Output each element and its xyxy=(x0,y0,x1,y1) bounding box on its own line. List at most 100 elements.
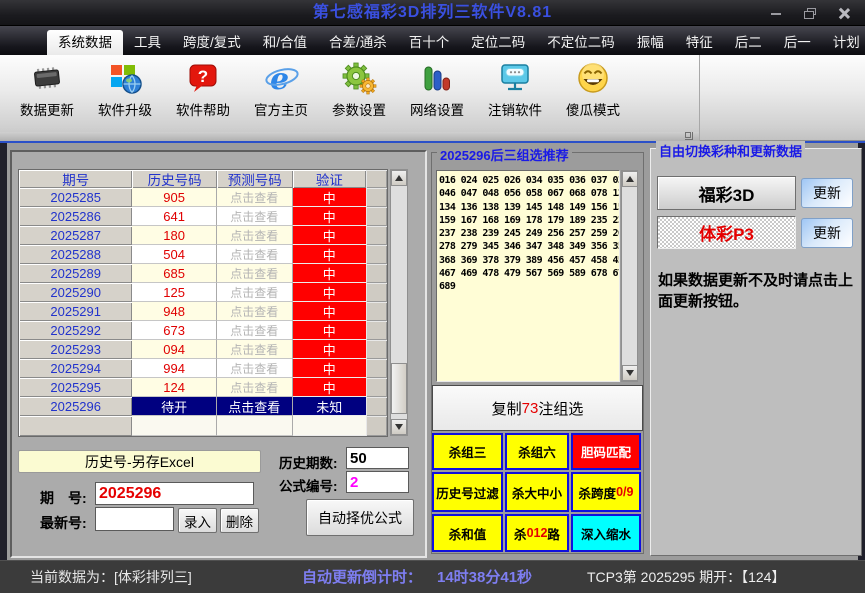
table-scrollbar[interactable] xyxy=(390,169,408,436)
cell-predict-link[interactable]: 点击查看 xyxy=(216,340,293,359)
cell-predict-link[interactable]: 点击查看 xyxy=(216,207,293,226)
numbers-scrollbar[interactable] xyxy=(621,170,638,382)
period-input[interactable] xyxy=(95,482,254,505)
cell-predict-link[interactable]: 点击查看 xyxy=(216,283,293,302)
menu-tab[interactable]: 合差/通杀 xyxy=(318,30,398,55)
menu-tab[interactable]: 定位二码 xyxy=(460,30,536,55)
data-update-button[interactable]: 数据更新 xyxy=(8,59,86,129)
cell-predict-link[interactable]: 点击查看 xyxy=(216,359,293,378)
table-row[interactable]: 2025290 125 点击查看 中 xyxy=(19,283,387,302)
cell-history-number: 094 xyxy=(132,340,217,359)
update-fucai-button[interactable]: 更新 xyxy=(801,178,853,208)
table-row[interactable]: 2025285 905 点击查看 中 xyxy=(19,188,387,207)
filter-button[interactable]: 胆码匹配 xyxy=(571,433,641,470)
menu-tab[interactable]: 和/合值 xyxy=(252,30,318,55)
cell-predict-link[interactable]: 点击查看 xyxy=(216,378,293,397)
input-record-button[interactable]: 录入 xyxy=(178,508,217,533)
cell-predict-link[interactable]: 点击查看 xyxy=(216,397,293,416)
menu-tab[interactable]: 工具 xyxy=(123,30,172,55)
cell-history-number: 180 xyxy=(132,226,217,245)
scroll-up-icon[interactable] xyxy=(622,171,638,187)
menu-tab[interactable]: 振幅 xyxy=(626,30,675,55)
cell-predict-link[interactable]: 点击查看 xyxy=(216,264,293,283)
menu-tab[interactable]: 跨度/复式 xyxy=(172,30,252,55)
menu-tab[interactable]: 后二 xyxy=(724,30,773,55)
official-homepage-button[interactable]: e 官方主页 xyxy=(242,59,320,129)
menu-tab[interactable]: 系统数据 xyxy=(47,30,123,55)
cell-predict-link[interactable] xyxy=(216,416,293,436)
table-row[interactable]: 2025291 948 点击查看 中 xyxy=(19,302,387,321)
svg-text:?: ? xyxy=(198,67,208,86)
header-predict[interactable]: 预测号码 xyxy=(216,170,293,188)
filter-button[interactable]: 杀跨度 0/9 xyxy=(571,472,641,512)
copy-selections-button[interactable]: 复制 73 注组选 xyxy=(432,385,643,431)
menu-tab[interactable]: 后一 xyxy=(773,30,822,55)
filter-button[interactable]: 历史号过滤 xyxy=(432,472,503,512)
recommend-number-line: 467 469 478 479 567 569 589 678 679 xyxy=(439,268,620,280)
filter-button[interactable]: 杀组三 xyxy=(432,433,503,470)
formula-number-input[interactable] xyxy=(346,471,409,493)
table-row[interactable]: 2025294 994 点击查看 中 xyxy=(19,359,387,378)
filter-button[interactable]: 杀组六 xyxy=(505,433,569,470)
toolbar-label: 参数设置 xyxy=(332,103,386,118)
table-row[interactable]: 2025296 待开 点击查看 未知 xyxy=(19,397,387,416)
scroll-down-icon[interactable] xyxy=(391,419,407,435)
app-window: 第七感福彩3D排列三软件V8.81 系统数据 工具 跨度/复式 和/合值 合差/通杀 百十… xyxy=(0,0,865,593)
filter-button[interactable]: 杀大中小 xyxy=(505,472,569,512)
software-help-button[interactable]: ? 软件帮助 xyxy=(164,59,242,129)
filter-button[interactable]: 深入缩水 xyxy=(571,514,641,552)
table-row[interactable]: 2025293 094 点击查看 中 xyxy=(19,340,387,359)
cell-predict-link[interactable]: 点击查看 xyxy=(216,321,293,340)
logout-software-button[interactable]: 注销软件 xyxy=(476,59,554,129)
software-upgrade-button[interactable]: 软件升级 xyxy=(86,59,164,129)
network-settings-button[interactable]: 网络设置 xyxy=(398,59,476,129)
scroll-down-icon[interactable] xyxy=(622,365,638,381)
cell-filler xyxy=(366,340,387,359)
delete-button[interactable]: 删除 xyxy=(220,508,259,533)
toolbar-expand-icon[interactable] xyxy=(685,132,693,140)
recommend-numbers-box[interactable]: 016 024 025 026 034 035 036 037 038 046 0… xyxy=(436,170,620,382)
table-row[interactable]: 2025288 504 点击查看 中 xyxy=(19,245,387,264)
cell-predict-link[interactable]: 点击查看 xyxy=(216,302,293,321)
cell-predict-link[interactable]: 点击查看 xyxy=(216,245,293,264)
close-button[interactable] xyxy=(837,6,851,20)
menu-tab[interactable]: 特征 xyxy=(675,30,724,55)
simple-mode-button[interactable]: 傻瓜模式 xyxy=(554,59,632,129)
cell-verify-status: 中 xyxy=(292,378,367,397)
menu-tab[interactable]: 百十个 xyxy=(398,30,461,55)
filter-button[interactable]: 杀 012 路 xyxy=(505,514,569,552)
cell-period: 2025296 xyxy=(19,397,133,416)
header-period[interactable]: 期号 xyxy=(19,170,133,188)
scroll-up-icon[interactable] xyxy=(391,170,407,186)
table-row[interactable]: 2025295 124 点击查看 中 xyxy=(19,378,387,397)
cell-history-number: 948 xyxy=(132,302,217,321)
parameter-settings-button[interactable]: 参数设置 xyxy=(320,59,398,129)
auto-formula-button[interactable]: 自动择优公式 xyxy=(306,499,414,536)
history-count-input[interactable] xyxy=(346,447,409,469)
ticai-p3-button[interactable]: 体彩P3 xyxy=(657,216,796,249)
minimize-button[interactable] xyxy=(769,6,783,20)
filter-button-grid: 杀组三 杀组六 胆码匹配 历史号过滤 杀大中小 杀跨度 0/9 杀和值 杀 012 xyxy=(432,433,641,552)
cell-predict-link[interactable]: 点击查看 xyxy=(216,226,293,245)
cell-filler xyxy=(366,264,387,283)
menu-tab[interactable]: 不定位二码 xyxy=(536,30,626,55)
filter-button[interactable]: 杀和值 xyxy=(432,514,503,552)
menu-tab[interactable]: 计划 xyxy=(822,30,865,55)
latest-number-input[interactable] xyxy=(95,507,174,531)
scrollbar-thumb[interactable] xyxy=(391,363,407,414)
table-row[interactable]: 2025289 685 点击查看 中 xyxy=(19,264,387,283)
header-verify[interactable]: 验证 xyxy=(292,170,367,188)
table-row[interactable] xyxy=(19,416,387,436)
restore-button[interactable] xyxy=(803,6,817,20)
fucai-3d-button[interactable]: 福彩3D xyxy=(657,176,796,210)
chip-icon xyxy=(28,59,66,99)
update-ticai-button[interactable]: 更新 xyxy=(801,218,853,248)
table-row[interactable]: 2025292 673 点击查看 中 xyxy=(19,321,387,340)
recommend-number-line: 046 047 048 056 058 067 068 078 126 xyxy=(439,188,620,200)
cell-predict-link[interactable]: 点击查看 xyxy=(216,188,293,207)
table-row[interactable]: 2025287 180 点击查看 中 xyxy=(19,226,387,245)
header-history[interactable]: 历史号码 xyxy=(132,170,217,188)
save-excel-button[interactable]: 历史号-另存Excel xyxy=(18,450,261,473)
cell-period: 2025291 xyxy=(19,302,133,321)
table-row[interactable]: 2025286 641 点击查看 中 xyxy=(19,207,387,226)
